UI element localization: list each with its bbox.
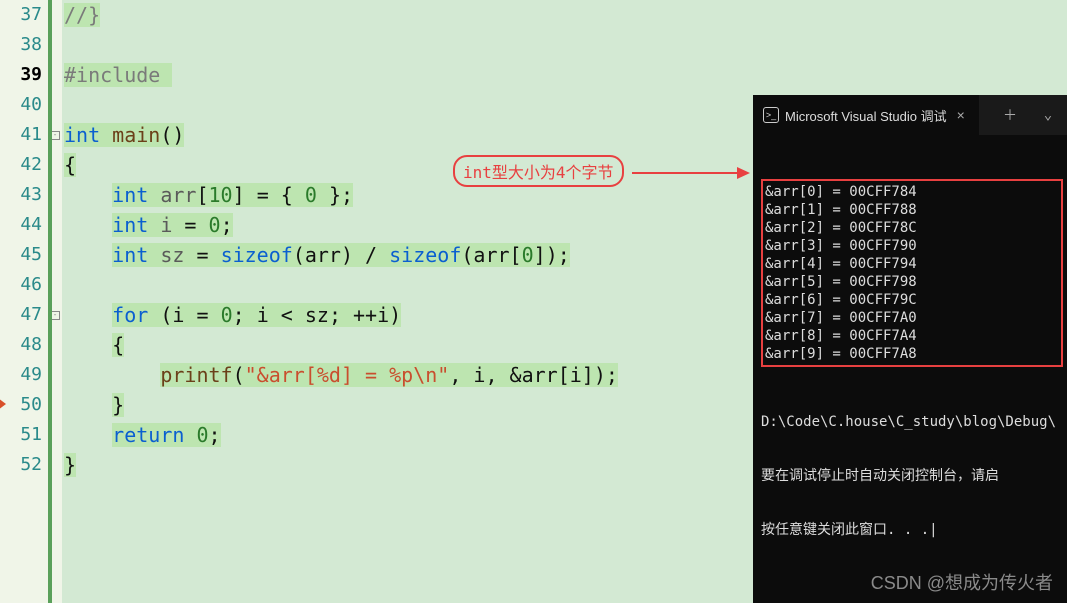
line-number: 47 [0,300,48,330]
terminal-icon: >_ [763,107,779,123]
line-number: 38 [0,30,48,60]
line-number: 50 [0,390,48,420]
line-number: 48 [0,330,48,360]
code-line[interactable] [62,30,1067,60]
console-title: Microsoft Visual Studio 调试 [785,106,947,125]
watermark: CSDN @想成为传火者 [871,569,1053,595]
line-number: 40 [0,90,48,120]
console-hint-1: 要在调试停止时自动关闭控制台，请启 [761,467,1063,485]
code-line[interactable]: //} [62,0,1067,30]
console-path: D:\Code\C.house\C_study\blog\Debug\ [761,413,1063,431]
breakpoint-arrow-icon [0,398,6,410]
line-number: 39 [0,60,48,90]
line-number: 41 [0,120,48,150]
change-bar [48,0,52,603]
line-number: 51 [0,420,48,450]
code-line[interactable]: #include [62,60,1067,90]
line-number: 46 [0,270,48,300]
console-titlebar[interactable]: >_ Microsoft Visual Studio 调试 × ＋ ⌄ [753,95,1067,135]
line-number: 44 [0,210,48,240]
line-number: 43 [0,180,48,210]
line-number: 42 [0,150,48,180]
line-number: 45 [0,240,48,270]
annotation-bubble: int型大小为4个字节 [453,155,624,187]
console-hint-2: 按任意键关闭此窗口. . .| [761,521,1063,539]
titlebar-buttons: ＋ ⌄ [991,95,1067,135]
console-body[interactable]: &arr[0] = 00CFF784 &arr[1] = 00CFF788 &a… [753,135,1067,583]
line-number: 49 [0,360,48,390]
line-number: 52 [0,450,48,480]
new-tab-button[interactable]: ＋ [991,95,1029,135]
tab-close-button[interactable]: × [953,107,969,123]
highlighted-output: &arr[0] = 00CFF784 &arr[1] = 00CFF788 &a… [761,179,1063,367]
debug-console-window[interactable]: >_ Microsoft Visual Studio 调试 × ＋ ⌄ &arr… [753,95,1067,603]
dropdown-button[interactable]: ⌄ [1029,95,1067,135]
console-tab[interactable]: >_ Microsoft Visual Studio 调试 × [753,95,979,135]
line-number-gutter: 37383940414243444546474849505152 [0,0,48,603]
line-number: 37 [0,0,48,30]
